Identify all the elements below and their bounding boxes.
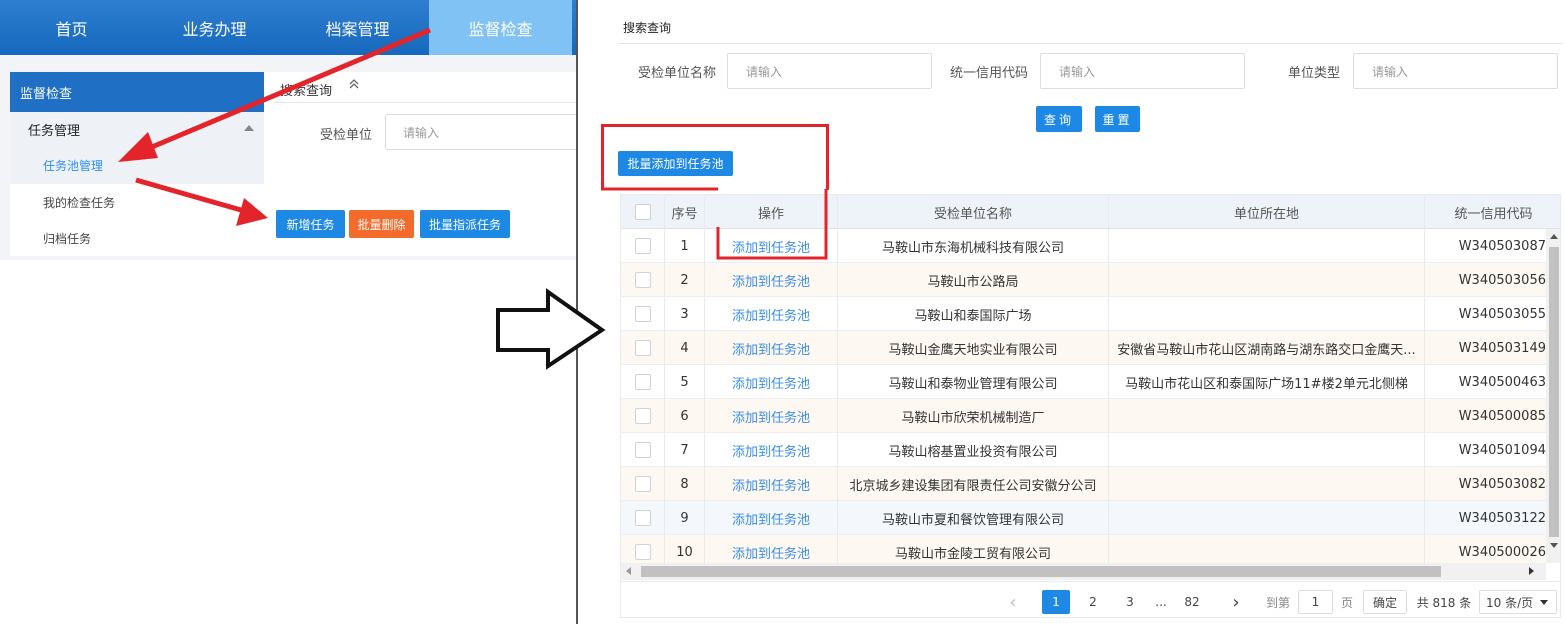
red-arrow-2	[135, 177, 268, 226]
annotation-overlay	[118, 27, 828, 370]
hollow-right-arrow-icon	[496, 288, 606, 370]
annotation-red-box-lines	[601, 187, 828, 260]
red-arrow-1	[118, 27, 431, 162]
